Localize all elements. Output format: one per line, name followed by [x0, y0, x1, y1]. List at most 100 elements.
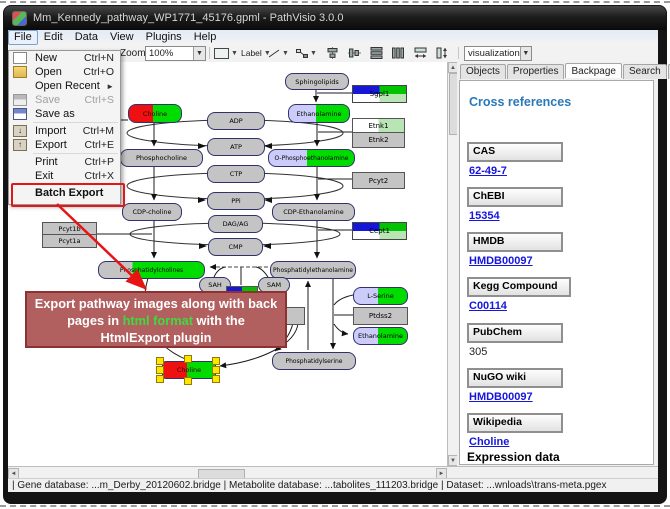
- node-pcyt2[interactable]: Pcyt2: [352, 172, 405, 189]
- node-pcyt1a[interactable]: Pcyt1a: [42, 234, 97, 248]
- callout-line-3: HtmlExport plugin: [27, 329, 285, 346]
- line-icon: [268, 49, 280, 58]
- menu-item-import[interactable]: ↓ Import Ctrl+M: [9, 124, 120, 138]
- selection-handle[interactable]: [212, 357, 220, 365]
- xref-link-nugo[interactable]: HMDB00097: [469, 391, 533, 403]
- status-bar: | Gene database: ...m_Derby_20120602.bri…: [8, 478, 658, 492]
- menu-item-exit[interactable]: Exit Ctrl+X: [9, 169, 120, 183]
- menu-item-open[interactable]: Open Ctrl+O: [9, 65, 120, 79]
- section-header-chebi: ChEBI: [467, 187, 563, 207]
- zoom-combobox[interactable]: 100% ▼: [145, 46, 206, 61]
- selection-handle[interactable]: [156, 366, 164, 374]
- node-ethanolamine-bottom[interactable]: Ethanolamine: [353, 327, 408, 345]
- submenu-arrow-icon: ►: [106, 82, 114, 91]
- xref-link-hmdb[interactable]: HMDB00097: [469, 255, 533, 267]
- xref-link-kegg[interactable]: C00114: [469, 300, 507, 312]
- menu-item-save-as[interactable]: Save as: [9, 107, 120, 121]
- zoom-value: 100%: [146, 48, 176, 59]
- node-sphingolipids[interactable]: Sphingolipids: [285, 73, 349, 90]
- app-icon: [12, 11, 27, 26]
- node-phosphatidylserine[interactable]: Phosphatidylserine: [272, 352, 356, 370]
- tab-objects[interactable]: Objects: [460, 64, 506, 79]
- node-l-serine[interactable]: L-Serine: [353, 287, 408, 305]
- draw-shape-button[interactable]: ▼: [296, 46, 317, 60]
- menu-file[interactable]: File: [8, 30, 38, 45]
- section-header-kegg: Kegg Compound: [467, 277, 571, 297]
- selection-handle[interactable]: [184, 355, 192, 363]
- xref-link-cas[interactable]: 62-49-7: [469, 165, 507, 177]
- node-atp[interactable]: ATP: [207, 138, 265, 156]
- visualization-value: visualization: [465, 48, 520, 59]
- tab-search[interactable]: Search: [623, 64, 667, 79]
- draw-line-button[interactable]: ▼: [268, 46, 289, 60]
- xref-link-chebi[interactable]: 15354: [469, 210, 500, 222]
- chevron-down-icon[interactable]: ▼: [310, 50, 317, 57]
- save-icon: [13, 94, 27, 106]
- node-phosphocholine[interactable]: Phosphocholine: [120, 149, 203, 167]
- menu-view[interactable]: View: [104, 31, 140, 44]
- open-folder-icon: [13, 66, 27, 78]
- visualization-dropdown-icon[interactable]: ▼: [520, 47, 531, 60]
- batch-export-highlight-box: [11, 183, 125, 207]
- node-sgpl1[interactable]: Sgpl1: [352, 85, 407, 103]
- align-buttons-group: [326, 46, 458, 60]
- section-header-nugo: NuGO wiki: [467, 368, 563, 388]
- node-cmp[interactable]: CMP: [208, 238, 263, 256]
- selection-handle[interactable]: [156, 375, 164, 383]
- tab-backpage[interactable]: Backpage: [565, 63, 621, 78]
- add-gene-button[interactable]: ▼: [214, 46, 238, 60]
- menu-item-open-recent[interactable]: Open Recent ►: [9, 79, 120, 93]
- node-cdp-choline[interactable]: CDP-choline: [122, 203, 182, 221]
- node-adp[interactable]: ADP: [207, 112, 265, 130]
- xref-link-wikipedia[interactable]: Choline: [469, 436, 509, 448]
- tab-properties[interactable]: Properties: [507, 64, 565, 79]
- chevron-down-icon[interactable]: ▼: [231, 50, 238, 57]
- file-menu-dropdown: New Ctrl+N Open Ctrl+O Open Recent ► Sav…: [8, 50, 121, 205]
- side-panel: Objects Properties Backpage Search Legen…: [457, 62, 658, 466]
- node-phosphatidylcholines[interactable]: Phosphatidylcholines: [98, 261, 205, 279]
- node-etnk2[interactable]: Etnk2: [352, 132, 405, 148]
- node-cdp-ethanolamine[interactable]: CDP-Ethanolamine: [272, 203, 355, 221]
- node-dag[interactable]: DAG/AG: [208, 215, 263, 233]
- selection-handle[interactable]: [184, 377, 192, 385]
- chevron-down-icon[interactable]: ▼: [282, 50, 289, 57]
- selection-handle[interactable]: [212, 375, 220, 383]
- callout-line-1: Export pathway images along with back: [27, 295, 285, 312]
- distribute-vertical-icon[interactable]: [370, 47, 383, 59]
- align-center-vertical-icon[interactable]: [348, 47, 361, 59]
- visualization-combobox[interactable]: visualization ▼: [464, 46, 532, 61]
- distribute-horizontal-icon[interactable]: [392, 47, 405, 59]
- node-ctp[interactable]: CTP: [207, 165, 265, 183]
- add-label-button[interactable]: Label▼: [241, 46, 271, 60]
- toolbar-separator: [458, 47, 459, 59]
- import-icon: ↓: [13, 125, 27, 137]
- export-icon: ↑: [13, 139, 27, 151]
- menu-separator: [33, 153, 118, 154]
- menu-item-export[interactable]: ↑ Export Ctrl+E: [9, 138, 120, 152]
- menu-item-save[interactable]: Save Ctrl+S: [9, 93, 120, 107]
- menu-item-new[interactable]: New Ctrl+N: [9, 51, 120, 65]
- node-ppi[interactable]: PPi: [207, 192, 265, 210]
- title-bar: Mm_Kennedy_pathway_WP1771_45176.gpml - P…: [4, 6, 666, 30]
- node-choline-top[interactable]: Choline: [128, 104, 182, 123]
- menu-data[interactable]: Data: [69, 31, 104, 44]
- selection-handle[interactable]: [156, 357, 164, 365]
- menu-plugins[interactable]: Plugins: [140, 31, 188, 44]
- align-center-horizontal-icon[interactable]: [326, 47, 339, 59]
- menu-item-print[interactable]: Print Ctrl+P: [9, 155, 120, 169]
- screenshot-page: Mm_Kennedy_pathway_WP1771_45176.gpml - P…: [0, 0, 670, 509]
- node-ethanolamine-top[interactable]: Ethanolamine: [288, 104, 350, 123]
- menu-edit[interactable]: Edit: [38, 31, 69, 44]
- node-cept1[interactable]: Cept1: [352, 222, 407, 240]
- node-o-phosphoethanolamine[interactable]: O-Phosphoethanolamine: [268, 149, 355, 167]
- selection-handle[interactable]: [212, 366, 220, 374]
- menu-help[interactable]: Help: [188, 31, 223, 44]
- window-title: Mm_Kennedy_pathway_WP1771_45176.gpml - P…: [33, 12, 343, 24]
- match-height-icon[interactable]: [436, 47, 449, 59]
- expression-data-heading: Expression data: [467, 450, 560, 464]
- label-button-text: Label: [241, 48, 262, 58]
- match-width-icon[interactable]: [414, 47, 427, 59]
- zoom-dropdown-icon[interactable]: ▼: [193, 47, 205, 60]
- section-header-hmdb: HMDB: [467, 232, 563, 252]
- node-ptdss2[interactable]: Ptdss2: [353, 307, 408, 325]
